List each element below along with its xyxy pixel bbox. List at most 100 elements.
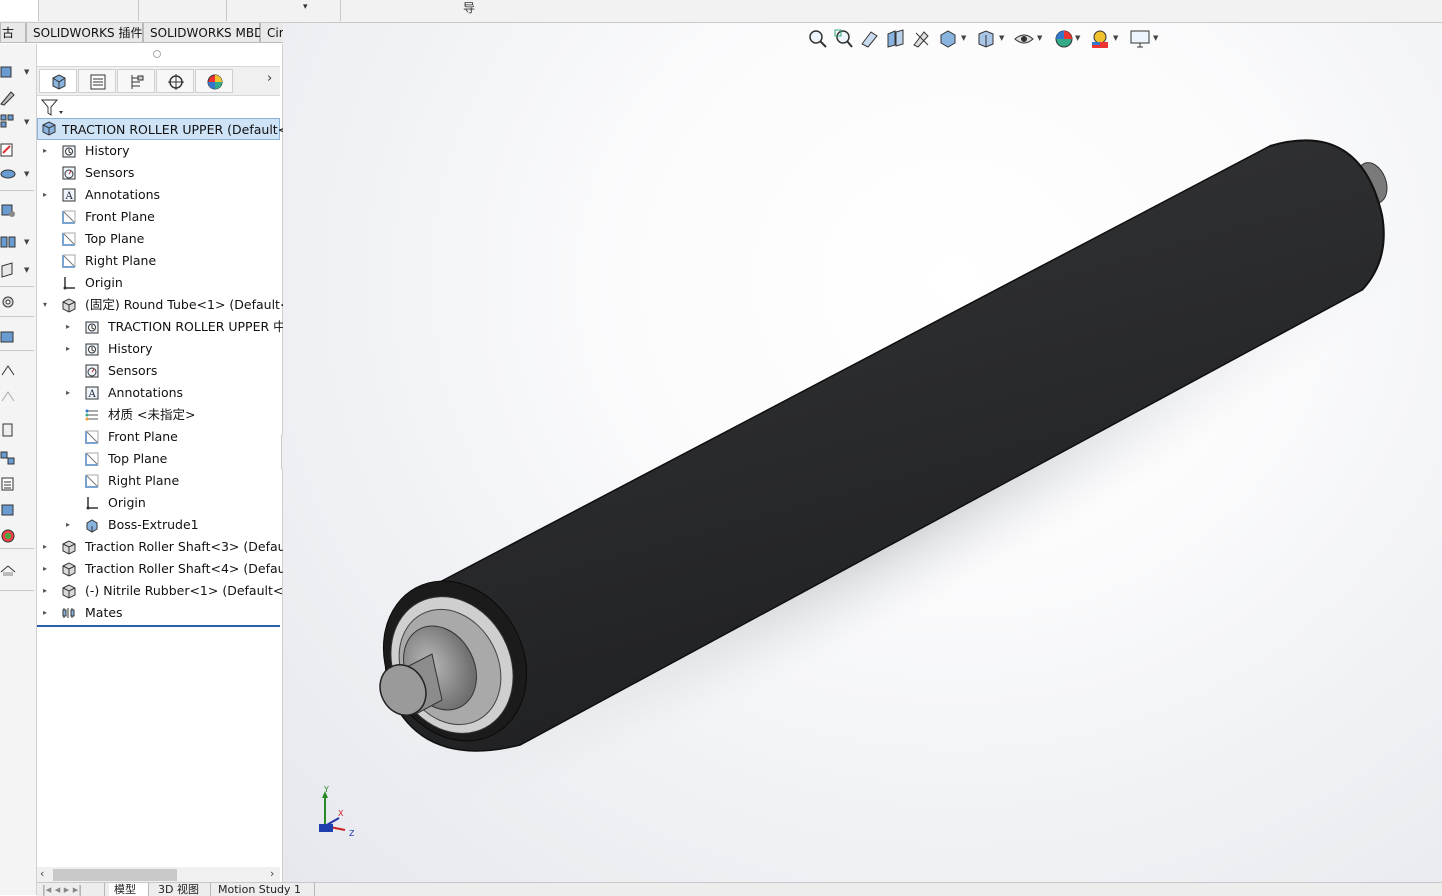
- material-icon: [85, 409, 98, 421]
- annotations-icon: A: [62, 188, 76, 202]
- horizontal-scrollbar[interactable]: ‹ ›: [37, 867, 280, 883]
- hardware-icon[interactable]: [0, 422, 16, 438]
- dropdown-arrow-icon[interactable]: ▾: [303, 2, 308, 12]
- expand-arrow-icon[interactable]: ▸: [43, 602, 47, 624]
- tree-item[interactable]: Top Plane: [37, 448, 280, 470]
- filter-icon[interactable]: [41, 99, 63, 117]
- tab-evaluate[interactable]: 古: [0, 23, 26, 43]
- axis-x-label: X: [338, 809, 344, 818]
- instant3d-icon[interactable]: [0, 502, 16, 518]
- part-icon: [62, 562, 76, 577]
- expand-arrow-icon[interactable]: ▸: [66, 338, 70, 360]
- assembly-icon[interactable]: [0, 328, 16, 344]
- component-icon[interactable]: [0, 202, 16, 218]
- plane-icon: [85, 474, 99, 488]
- tree-item[interactable]: ▸ History: [37, 338, 280, 360]
- filter-bar[interactable]: [37, 96, 280, 119]
- part-icon: [62, 584, 76, 599]
- tree-item[interactable]: Front Plane: [37, 426, 280, 448]
- more-tabs-arrow-icon[interactable]: ›: [267, 71, 272, 86]
- tree-item[interactable]: ▸ Traction Roller Shaft<4> (Default<: [37, 558, 304, 580]
- roller-model[interactable]: [283, 23, 1442, 882]
- mate-tool-icon[interactable]: [0, 166, 16, 182]
- collapse-arrow-icon[interactable]: ▾: [43, 294, 47, 316]
- tree-item-label: Origin: [85, 275, 123, 290]
- tree-item[interactable]: Sensors: [37, 162, 280, 184]
- tab-solidworks-mbd[interactable]: SOLIDWORKS MBD: [143, 23, 263, 43]
- scroll-right-icon[interactable]: ›: [270, 867, 274, 880]
- reference-geometry-icon[interactable]: [0, 262, 16, 278]
- tree-item[interactable]: ▸ Mates: [37, 602, 280, 624]
- tree-item[interactable]: ▸ History: [37, 140, 280, 162]
- scroll-thumb[interactable]: [53, 869, 177, 881]
- tree-end-line: [37, 625, 280, 627]
- tab-display-manager[interactable]: [195, 69, 233, 93]
- rotate-icon: [1, 391, 15, 402]
- tree-item[interactable]: ▸ A Annotations: [37, 382, 280, 404]
- expand-arrow-icon[interactable]: ▸: [43, 536, 47, 558]
- tree-item[interactable]: ▸ Boss-Extrude1: [37, 514, 280, 536]
- chevron-down-icon[interactable]: ▼: [24, 266, 29, 274]
- snapshot-icon[interactable]: [0, 562, 16, 578]
- tree-item[interactable]: Origin: [37, 272, 280, 294]
- scroll-left-icon[interactable]: ‹: [40, 867, 44, 880]
- tree-item-label: Origin: [108, 495, 146, 510]
- exploded-view-icon[interactable]: [0, 450, 16, 466]
- expand-arrow-icon[interactable]: ▸: [66, 316, 70, 338]
- title-strip-segment: [38, 0, 139, 21]
- tab-model[interactable]: 模型: [109, 883, 149, 896]
- insert-component-icon[interactable]: [0, 234, 16, 250]
- tree-item[interactable]: ▸ (-) Nitrile Rubber<1> (Default<<[: [37, 580, 299, 602]
- origin-icon: [63, 277, 75, 290]
- tree-item[interactable]: ▸ TRACTION ROLLER UPPER 中: [37, 316, 286, 338]
- tree-item[interactable]: ▸ A Annotations: [37, 184, 280, 206]
- tree-item[interactable]: Origin: [37, 492, 280, 514]
- part-icon: [62, 540, 76, 555]
- expand-arrow-icon[interactable]: ▸: [43, 184, 47, 206]
- tab-dimxpert-manager[interactable]: [156, 69, 194, 93]
- expand-arrow-icon[interactable]: ▸: [43, 140, 47, 162]
- chevron-down-icon[interactable]: ▼: [24, 68, 29, 76]
- tab-property-manager[interactable]: [78, 69, 116, 93]
- tree-item[interactable]: Sensors: [37, 360, 280, 382]
- svg-text:A: A: [88, 389, 97, 400]
- expand-arrow-icon[interactable]: ▸: [43, 558, 47, 580]
- tree-item-label: 材质 <未指定>: [108, 407, 196, 422]
- chevron-down-icon[interactable]: ▼: [24, 118, 29, 126]
- tree-item-label: Front Plane: [108, 429, 178, 444]
- tab-scroll-buttons[interactable]: |◂ ◂ ▸ ▸|: [37, 883, 105, 896]
- tree-item[interactable]: Top Plane: [37, 228, 280, 250]
- tree-item[interactable]: Right Plane: [37, 250, 280, 272]
- update-icon[interactable]: [0, 528, 16, 544]
- tab-motion-study[interactable]: Motion Study 1: [213, 883, 315, 896]
- tree-item[interactable]: ▸ Traction Roller Shaft<3> (Default<: [37, 536, 304, 558]
- edit-icon[interactable]: [0, 90, 16, 106]
- chevron-down-icon[interactable]: ▼: [24, 238, 29, 246]
- bom-icon[interactable]: [0, 476, 16, 492]
- tab-configuration-manager[interactable]: [117, 69, 155, 93]
- tab-feature-manager[interactable]: [39, 69, 77, 93]
- pattern-icon[interactable]: [0, 114, 16, 130]
- graphics-viewport[interactable]: ▼ ▼ ▼ ▼ ▼ ▼ Y X Z: [283, 23, 1442, 882]
- expand-arrow-icon[interactable]: ▸: [66, 514, 70, 536]
- move-icon[interactable]: [0, 362, 16, 378]
- expand-arrow-icon[interactable]: ▸: [66, 382, 70, 404]
- gear-icon[interactable]: [0, 294, 16, 310]
- chevron-down-icon[interactable]: ▼: [24, 170, 29, 178]
- origin-icon: [86, 497, 98, 510]
- tree-item[interactable]: 材质 <未指定>: [37, 404, 280, 426]
- sketch-icon[interactable]: [0, 142, 16, 158]
- tree-item[interactable]: ▾ (固定) Round Tube<1> (Default<<: [37, 294, 301, 316]
- tree-item[interactable]: Front Plane: [37, 206, 280, 228]
- tree-item[interactable]: Right Plane: [37, 470, 280, 492]
- axis-y-label: Y: [323, 786, 329, 794]
- expand-arrow-icon[interactable]: ▸: [43, 580, 47, 602]
- tab-3d-view[interactable]: 3D 视图: [153, 883, 211, 896]
- title-strip-segment: [138, 0, 227, 21]
- extrude-icon: [86, 519, 98, 533]
- tree-root-row[interactable]: TRACTION ROLLER UPPER (Default<[: [37, 118, 293, 140]
- panel-grip[interactable]: [153, 50, 161, 58]
- tool-icon[interactable]: [0, 64, 16, 80]
- tab-solidworks-addins[interactable]: SOLIDWORKS 插件: [26, 23, 143, 43]
- tree-item-label: Sensors: [108, 363, 158, 378]
